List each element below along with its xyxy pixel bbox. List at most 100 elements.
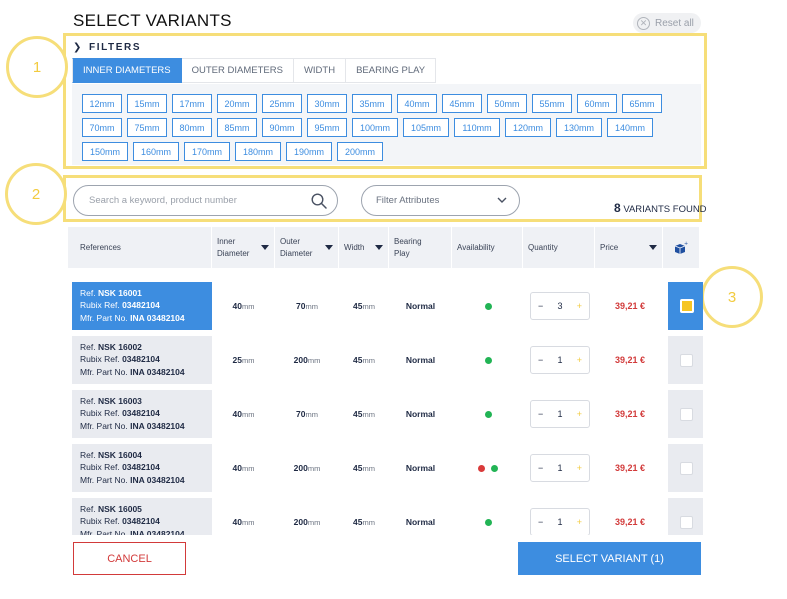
mfr-part-number: INA 03482104 xyxy=(130,420,185,431)
inner-diameter-cell: 40 mm xyxy=(232,517,255,527)
quantity-stepper[interactable]: − 1 + xyxy=(530,400,590,428)
select-checkbox[interactable] xyxy=(680,515,693,529)
decrement-button[interactable]: − xyxy=(538,517,543,527)
price-cell: 39,21 € xyxy=(614,301,646,311)
diameter-chip[interactable]: 40mm xyxy=(397,94,437,113)
select-cell[interactable] xyxy=(668,282,703,330)
diameter-chip[interactable]: 45mm xyxy=(442,94,482,113)
diameter-chip[interactable]: 25mm xyxy=(262,94,302,113)
variants-table-body[interactable]: Ref. NSK 16001 Rubix Ref. 03482104 Mfr. Pa… xyxy=(68,275,703,535)
select-checkbox[interactable] xyxy=(680,461,693,475)
cancel-button[interactable]: CANCEL xyxy=(73,542,186,575)
availability-cell xyxy=(452,410,524,418)
inner-diameter-cell: 25 mm xyxy=(232,355,255,365)
quantity-stepper[interactable]: − 1 + xyxy=(530,346,590,374)
filters-toggle[interactable]: ❯ FILTERS xyxy=(73,42,141,53)
diameter-chip-panel: 12mm 15mm 17mm 20mm 25mm 30mm 35mm 40mm 45mm 50mm… xyxy=(72,84,701,165)
header-outer-diameter[interactable]: Outer Diameter xyxy=(275,227,339,268)
diameter-chip[interactable]: 140mm xyxy=(607,118,653,137)
select-checkbox[interactable] xyxy=(680,353,693,367)
tab-inner-diameters[interactable]: INNER DIAMETERS xyxy=(72,58,182,83)
search-icon xyxy=(311,192,327,209)
filter-tabs: INNER DIAMETERS OUTER DIAMETERS WIDTH BE… xyxy=(72,58,437,83)
diameter-chip[interactable]: 190mm xyxy=(286,142,332,161)
diameter-chip[interactable]: 180mm xyxy=(235,142,281,161)
quantity-stepper[interactable]: − 1 + xyxy=(530,508,590,535)
tab-bearing-play[interactable]: BEARING PLAY xyxy=(346,58,437,83)
rubix-ref: 03482104 xyxy=(122,354,160,365)
diameter-chip[interactable]: 200mm xyxy=(337,142,383,161)
diameter-chip[interactable]: 35mm xyxy=(352,94,392,113)
select-cell[interactable] xyxy=(668,336,703,384)
header-inner-diameter[interactable]: Inner Diameter xyxy=(212,227,275,268)
diameter-chip[interactable]: 12mm xyxy=(82,94,122,113)
diameter-chip[interactable]: 70mm xyxy=(82,118,122,137)
decrement-button[interactable]: − xyxy=(538,355,543,365)
diameter-chip[interactable]: 55mm xyxy=(532,94,572,113)
filter-attributes-select[interactable]: Filter Attributes xyxy=(361,185,520,216)
availability-cell xyxy=(452,302,524,310)
diameter-chip[interactable]: 80mm xyxy=(172,118,212,137)
diameter-chip[interactable]: 110mm xyxy=(454,118,500,137)
increment-button[interactable]: + xyxy=(577,463,582,473)
decrement-button[interactable]: − xyxy=(538,409,543,419)
select-cell[interactable] xyxy=(668,498,703,535)
header-width[interactable]: Width xyxy=(339,227,389,268)
diameter-chip[interactable]: 65mm xyxy=(622,94,662,113)
availability-red-icon xyxy=(478,464,485,472)
diameter-chip[interactable]: 120mm xyxy=(505,118,551,137)
availability-cell xyxy=(452,356,524,364)
increment-button[interactable]: + xyxy=(577,409,582,419)
mfr-part-number: INA 03482104 xyxy=(130,366,185,377)
quantity-value: 1 xyxy=(557,463,563,473)
table-row[interactable]: Ref. NSK 16001 Rubix Ref. 03482104 Mfr. Pa… xyxy=(72,282,703,330)
reference-cell: Ref. NSK 16001 Rubix Ref. 03482104 Mfr. Pa… xyxy=(72,282,212,330)
diameter-chip[interactable]: 95mm xyxy=(307,118,347,137)
select-checkbox[interactable] xyxy=(680,407,693,421)
increment-button[interactable]: + xyxy=(577,355,582,365)
quantity-stepper[interactable]: − 3 + xyxy=(530,292,590,320)
header-price[interactable]: Price xyxy=(595,227,663,268)
diameter-chip[interactable]: 75mm xyxy=(127,118,167,137)
rubix-ref: 03482104 xyxy=(122,516,160,527)
diameter-chip[interactable]: 130mm xyxy=(556,118,602,137)
tab-outer-diameters[interactable]: OUTER DIAMETERS xyxy=(181,58,294,83)
diameter-chip[interactable]: 17mm xyxy=(172,94,212,113)
quantity-value: 1 xyxy=(557,355,563,365)
select-checkbox[interactable] xyxy=(679,299,694,313)
diameter-chip[interactable]: 15mm xyxy=(127,94,167,113)
search-input[interactable]: Search a keyword, product number xyxy=(73,185,338,216)
mfr-part-number: INA 03482104 xyxy=(130,312,185,323)
outer-diameter-cell: 70 mm xyxy=(296,301,318,311)
diameter-chip[interactable]: 20mm xyxy=(217,94,257,113)
quantity-cell: − 1 + xyxy=(524,508,596,535)
tab-width[interactable]: WIDTH xyxy=(293,58,347,83)
diameter-chip[interactable]: 50mm xyxy=(487,94,527,113)
diameter-chip[interactable]: 90mm xyxy=(262,118,302,137)
diameter-chip[interactable]: 105mm xyxy=(403,118,449,137)
table-row[interactable]: Ref. NSK 16003 Rubix Ref. 03482104 Mfr. Pa… xyxy=(72,390,703,438)
decrement-button[interactable]: − xyxy=(538,301,543,311)
filter-attributes-label: Filter Attributes xyxy=(376,195,440,206)
diameter-chip[interactable]: 170mm xyxy=(184,142,230,161)
diameter-chip[interactable]: 85mm xyxy=(217,118,257,137)
decrement-button[interactable]: − xyxy=(538,463,543,473)
diameter-chip[interactable]: 60mm xyxy=(577,94,617,113)
increment-button[interactable]: + xyxy=(577,517,582,527)
diameter-chip[interactable]: 30mm xyxy=(307,94,347,113)
table-row[interactable]: Ref. NSK 16005 Rubix Ref. 03482104 Mfr. Pa… xyxy=(72,498,703,535)
select-cell[interactable] xyxy=(668,444,703,492)
select-cell[interactable] xyxy=(668,390,703,438)
table-row[interactable]: Ref. NSK 16002 Rubix Ref. 03482104 Mfr. Pa… xyxy=(72,336,703,384)
select-variant-button[interactable]: SELECT VARIANT (1) xyxy=(518,542,701,575)
table-row[interactable]: Ref. NSK 16004 Rubix Ref. 03482104 Mfr. Pa… xyxy=(72,444,703,492)
diameter-chip[interactable]: 150mm xyxy=(82,142,128,161)
reset-all-button[interactable]: ✕ Reset all xyxy=(633,13,701,33)
diameter-chip[interactable]: 160mm xyxy=(133,142,179,161)
diameter-chip[interactable]: 100mm xyxy=(352,118,398,137)
quantity-stepper[interactable]: − 1 + xyxy=(530,454,590,482)
reference-cell: Ref. NSK 16005 Rubix Ref. 03482104 Mfr. Pa… xyxy=(72,498,212,535)
width-cell: 45 mm xyxy=(353,517,375,527)
increment-button[interactable]: + xyxy=(577,301,582,311)
quantity-cell: − 3 + xyxy=(524,292,596,320)
